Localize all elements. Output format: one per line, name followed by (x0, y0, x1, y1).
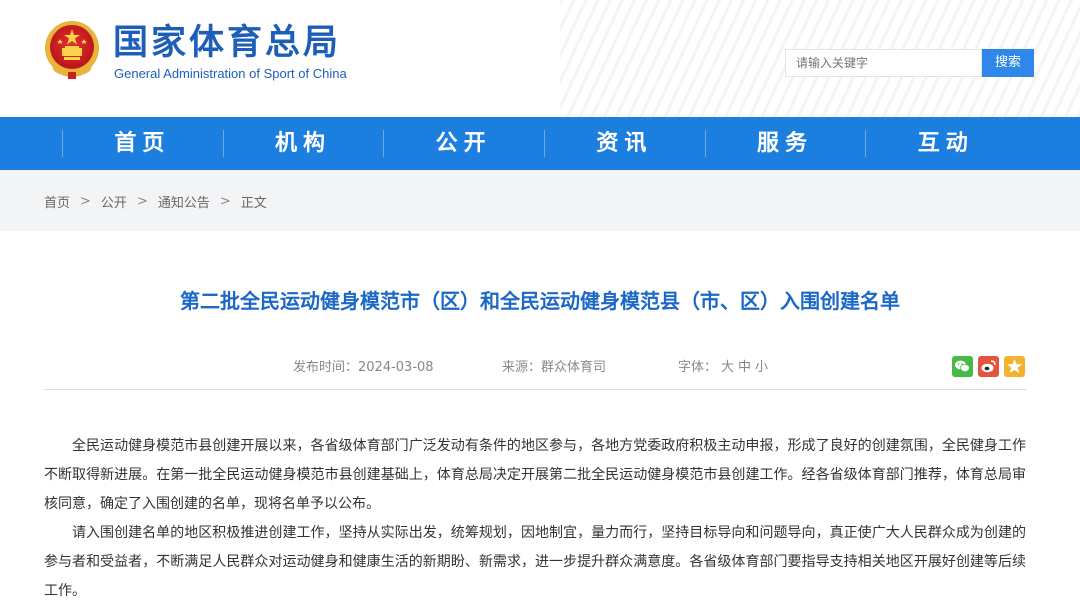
article-source: 来源：群众体育司 (502, 360, 607, 375)
meta-divider (44, 389, 1026, 390)
breadcrumb-separator: > (80, 194, 91, 209)
breadcrumb-notices[interactable]: 通知公告 (158, 192, 210, 211)
breadcrumb-public[interactable]: 公开 (101, 192, 127, 211)
wechat-icon[interactable] (952, 356, 973, 377)
font-size-small[interactable]: 小 (755, 360, 768, 375)
article-paragraph: 全民运动健身模范市县创建开展以来，各省级体育部门广泛发动有条件的地区参与，各地方… (44, 438, 1026, 512)
site-subtitle: General Administration of Sport of China (114, 66, 347, 81)
nav-item-public[interactable]: 公开 (383, 117, 544, 170)
font-size-label: 字体： (678, 360, 718, 375)
font-size-large[interactable]: 大 (721, 360, 734, 375)
publish-date: 发布时间：2024-03-08 (293, 360, 434, 375)
article-paragraph: 请入围创建名单的地区积极推进创建工作，坚持从实际出发，统筹规划，因地制宜，量力而… (44, 525, 1026, 599)
breadcrumb-home[interactable]: 首页 (44, 192, 70, 211)
nav-item-home[interactable]: 首页 (62, 117, 223, 170)
font-size-medium[interactable]: 中 (738, 360, 751, 375)
nav-item-services[interactable]: 服务 (704, 117, 866, 170)
site-title[interactable]: 国家体育总局 (113, 22, 341, 64)
search-button[interactable]: 搜索 (982, 49, 1034, 77)
article-body: 全民运动健身模范市县创建开展以来，各省级体育部门广泛发动有条件的地区参与，各地方… (44, 432, 1026, 606)
article-title: 第二批全民运动健身模范市（区）和全民运动健身模范县（市、区）入围创建名单 (180, 289, 900, 313)
breadcrumb-separator: > (219, 194, 231, 209)
site-header: 国家体育总局 General Administration of Sport o… (0, 0, 1080, 117)
main-nav: 首页 机构 公开 资讯 服务 互动 (0, 117, 1080, 170)
breadcrumb-bar: 首页 > 公开 > 通知公告 > 正文 (0, 170, 1080, 231)
nav-item-organization[interactable]: 机构 (222, 117, 384, 170)
nav-item-interaction[interactable]: 互动 (865, 117, 1026, 170)
font-size-control: 字体：大中小 (678, 358, 768, 378)
breadcrumb-current: 正文 (240, 196, 267, 211)
qzone-icon[interactable] (1004, 356, 1025, 377)
weibo-icon[interactable] (978, 356, 999, 377)
breadcrumb: 首页 > 公开 > 通知公告 > 正文 (44, 192, 267, 211)
nav-item-news[interactable]: 资讯 (544, 117, 705, 170)
search-input[interactable] (785, 49, 982, 77)
national-emblem-icon[interactable] (43, 19, 101, 81)
breadcrumb-separator: > (136, 194, 148, 209)
